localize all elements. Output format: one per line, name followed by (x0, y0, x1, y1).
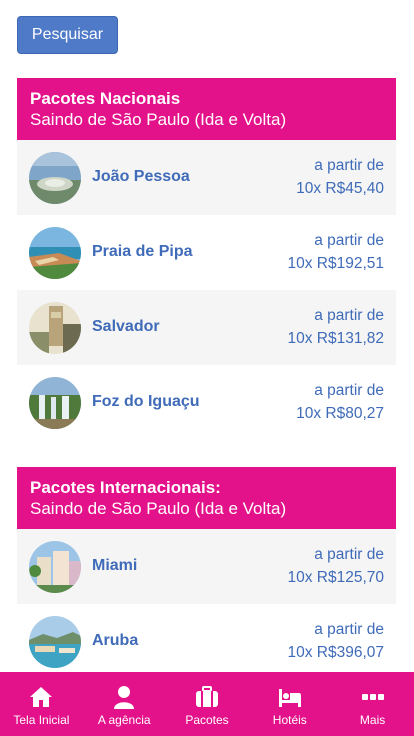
aruba-photo (29, 616, 81, 668)
bottom-nav: Tela Inicial A agência Pacotes Hotéis Ma… (0, 672, 414, 736)
nav-label: Pacotes (185, 713, 229, 727)
price-block: a partir de 10x R$45,40 (296, 154, 384, 200)
miami-photo (29, 541, 81, 593)
praia-de-pipa-photo (29, 227, 81, 279)
price-value: 10x R$396,07 (287, 644, 384, 661)
destination-name: Aruba (92, 632, 139, 649)
destination-name: Praia de Pipa (92, 243, 193, 260)
national-packages-section: Pacotes Nacionais Saindo de São Paulo (I… (17, 78, 396, 440)
price-value: 10x R$125,70 (287, 569, 384, 586)
nav-item-agency[interactable]: A agência (83, 672, 166, 736)
package-item-aruba[interactable]: Aruba a partir de 10x R$396,07 (17, 604, 396, 679)
package-item-praia-de-pipa[interactable]: Praia de Pipa a partir de 10x R$192,51 (17, 215, 396, 290)
price-value: 10x R$45,40 (296, 180, 384, 197)
destination-name: Salvador (92, 318, 160, 335)
nav-item-more[interactable]: Mais (331, 672, 414, 736)
price-prefix: a partir de (314, 157, 384, 174)
international-section-header: Pacotes Internacionais: Saindo de São Pa… (17, 467, 396, 529)
nav-item-packages[interactable]: Pacotes (166, 672, 249, 736)
nav-label: Tela Inicial (13, 713, 70, 727)
international-packages-section: Pacotes Internacionais: Saindo de São Pa… (17, 467, 396, 679)
price-prefix: a partir de (314, 307, 384, 324)
search-button[interactable]: Pesquisar (17, 16, 118, 54)
bed-icon (277, 684, 303, 710)
price-prefix: a partir de (314, 232, 384, 249)
price-value: 10x R$80,27 (296, 405, 384, 422)
price-prefix: a partir de (314, 382, 384, 399)
more-icon (360, 684, 386, 710)
price-block: a partir de 10x R$125,70 (287, 543, 384, 589)
section-title: Pacotes Nacionais (30, 89, 181, 108)
section-subtitle: Saindo de São Paulo (Ida e Volta) (30, 499, 287, 518)
price-block: a partir de 10x R$396,07 (287, 618, 384, 664)
destination-name: Foz do Iguaçu (92, 393, 200, 410)
salvador-photo (29, 302, 81, 354)
destination-name: Miami (92, 557, 138, 574)
nav-label: Hotéis (272, 713, 307, 727)
price-prefix: a partir de (314, 621, 384, 638)
destination-name: João Pessoa (92, 168, 190, 185)
price-block: a partir de 10x R$131,82 (287, 304, 384, 350)
user-icon (111, 684, 137, 710)
foz-do-iguacu-photo (29, 377, 81, 429)
price-value: 10x R$192,51 (287, 255, 384, 272)
joao-pessoa-photo (29, 152, 81, 204)
section-title: Pacotes Internacionais: (30, 478, 221, 497)
nav-item-home[interactable]: Tela Inicial (0, 672, 83, 736)
home-icon (28, 684, 54, 710)
section-subtitle: Saindo de São Paulo (Ida e Volta) (30, 110, 287, 129)
price-block: a partir de 10x R$80,27 (296, 379, 384, 425)
page: Pesquisar Pacotes Nacionais Saindo de Sã… (0, 0, 414, 736)
package-item-miami[interactable]: Miami a partir de 10x R$125,70 (17, 529, 396, 604)
nav-label: A agência (97, 713, 151, 727)
package-item-salvador[interactable]: Salvador a partir de 10x R$131,82 (17, 290, 396, 365)
nav-label: Mais (359, 713, 386, 727)
price-block: a partir de 10x R$192,51 (287, 229, 384, 275)
nav-item-hotels[interactable]: Hotéis (248, 672, 331, 736)
package-item-foz-do-iguacu[interactable]: Foz do Iguaçu a partir de 10x R$80,27 (17, 365, 396, 440)
price-value: 10x R$131,82 (287, 330, 384, 347)
national-section-header: Pacotes Nacionais Saindo de São Paulo (I… (17, 78, 396, 140)
price-prefix: a partir de (314, 546, 384, 563)
suitcase-icon (194, 684, 220, 710)
package-item-joao-pessoa[interactable]: João Pessoa a partir de 10x R$45,40 (17, 140, 396, 215)
